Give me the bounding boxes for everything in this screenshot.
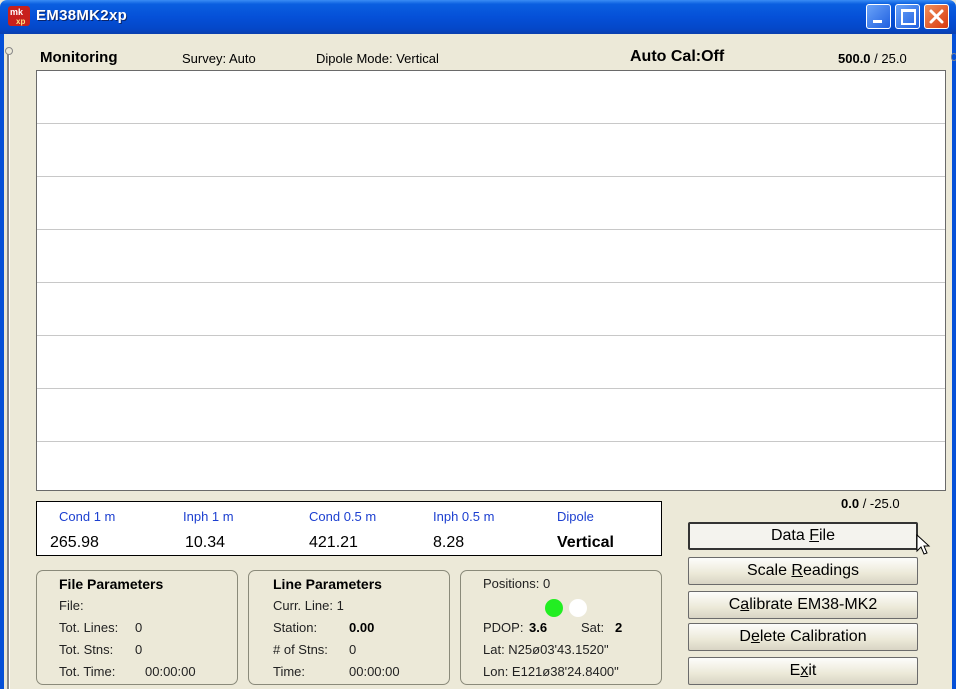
reading-label-inph-1m: Inph 1 m [183,509,234,524]
line-time-value: 00:00:00 [349,664,400,679]
calibrate-hotkey: a [740,596,750,613]
line-parameters-group: Line Parameters Curr. Line: 1 Station: 0… [248,570,450,685]
data-file-label-pre: Data [770,527,810,544]
tot-time-value: 00:00:00 [145,664,196,679]
file-parameters-title: File Parameters [59,576,164,592]
latitude-label: Lat: N25ø03'43.1520" [483,642,609,657]
scale-readings-hotkey: R [791,562,803,579]
delete-calibration-button[interactable]: Delete Calibration [688,623,918,651]
calibrate-label-post: librate EM38-MK2 [749,596,878,613]
reading-value-cond-1m: 265.98 [50,534,99,551]
sat-label: Sat: [581,620,605,635]
exit-button[interactable]: Exit [688,657,918,685]
positions-label: Positions: 0 [483,576,551,591]
pdop-label: PDOP: [483,620,524,635]
svg-text:mk: mk [10,7,24,17]
vertical-slider-track[interactable] [7,52,10,689]
svg-text:xp: xp [16,17,25,26]
plot-gridline [37,441,945,442]
station-label: Station: [273,620,318,635]
scale-readings-label-pre: Scale [746,562,792,579]
survey-label: Survey: Auto [182,51,256,66]
scale-high-value: 500.0 [838,51,871,66]
tot-lines-value: 0 [135,620,143,635]
gps-group: Positions: 0 PDOP: 3.6 Sat: 2 Lat: N25ø0… [460,570,662,685]
exit-label-post: it [808,662,817,679]
tot-time-label: Tot. Time: [59,664,116,679]
data-file-label-post: ile [819,527,836,544]
station-value: 0.00 [349,620,375,635]
window-title: EM38MK2xp [36,7,128,24]
reading-label-cond-05m: Cond 0.5 m [309,509,377,524]
num-stns-value: 0 [349,642,357,657]
scale-high-secondary: / 25.0 [870,51,907,66]
vertical-slider-knob[interactable] [5,47,13,55]
plot-gridline [37,229,945,230]
line-time-label: Time: [273,664,306,679]
right-slider-knob[interactable] [951,53,956,61]
scale-low-secondary: / -25.0 [859,496,900,511]
reading-value-inph-1m: 10.34 [185,534,226,551]
scale-high-label: 500.0 / 25.0 [838,51,907,66]
calibrate-button[interactable]: Calibrate EM38-MK2 [688,591,918,619]
mouse-cursor-icon [916,534,931,555]
reading-label-dipole: Dipole [557,509,594,524]
calibrate-label-pre: C [728,596,741,613]
maximize-button[interactable] [895,4,920,29]
gps-status-indicator-icon [569,599,587,617]
data-file-hotkey: F [809,527,819,544]
gps-fix-indicator-icon [545,599,563,617]
plot-gridline [37,176,945,177]
longitude-label: Lon: E121ø38'24.8400" [483,664,619,679]
scale-readings-label-post: eadings [802,562,860,579]
reading-label-cond-1m: Cond 1 m [59,509,116,524]
auto-cal-label: Auto Cal:Off [630,48,725,65]
line-parameters-title: Line Parameters [273,576,382,592]
sat-value: 2 [615,620,623,635]
file-parameters-group: File Parameters File: Tot. Lines: 0 Tot.… [36,570,238,685]
tot-stns-label: Tot. Stns: [59,642,114,657]
monitoring-plot [36,70,946,491]
reading-value-inph-05m: 8.28 [433,534,465,551]
scale-readings-button[interactable]: Scale Readings [688,557,918,585]
reading-value-dipole: Vertical [557,534,614,551]
dipole-mode-label: Dipole Mode: Vertical [316,51,439,66]
scale-low-label: 0.0 / -25.0 [841,496,900,511]
file-label: File: [59,598,84,613]
plot-gridline [37,123,945,124]
window-border-right [952,34,956,689]
reading-label-inph-05m: Inph 0.5 m [433,509,495,524]
plot-gridline [37,282,945,283]
pdop-value: 3.6 [529,620,548,635]
num-stns-label: # of Stns: [273,642,328,657]
curr-line-label: Curr. Line: 1 [273,598,344,613]
tot-lines-label: Tot. Lines: [59,620,119,635]
scale-low-value: 0.0 [841,496,860,511]
delete-calibration-hotkey: e [750,628,760,645]
tot-stns-value: 0 [135,642,143,657]
minimize-button[interactable] [866,4,891,29]
readings-panel: Cond 1 m 265.98 Inph 1 m 10.34 Cond 0.5 … [36,501,662,556]
title-bar[interactable]: mk xp EM38MK2xp [0,0,956,34]
delete-calibration-label-pre: D [739,628,751,645]
mode-label: Monitoring [40,49,118,66]
plot-gridline [37,335,945,336]
app-logo-icon: mk xp [8,6,30,26]
exit-label-pre: E [789,662,801,679]
close-button[interactable] [924,4,949,29]
plot-gridline [37,388,945,389]
close-icon [929,9,944,24]
reading-value-cond-05m: 421.21 [309,534,358,551]
delete-calibration-label-post: lete Calibration [759,628,867,645]
data-file-button[interactable]: Data File [688,522,918,550]
